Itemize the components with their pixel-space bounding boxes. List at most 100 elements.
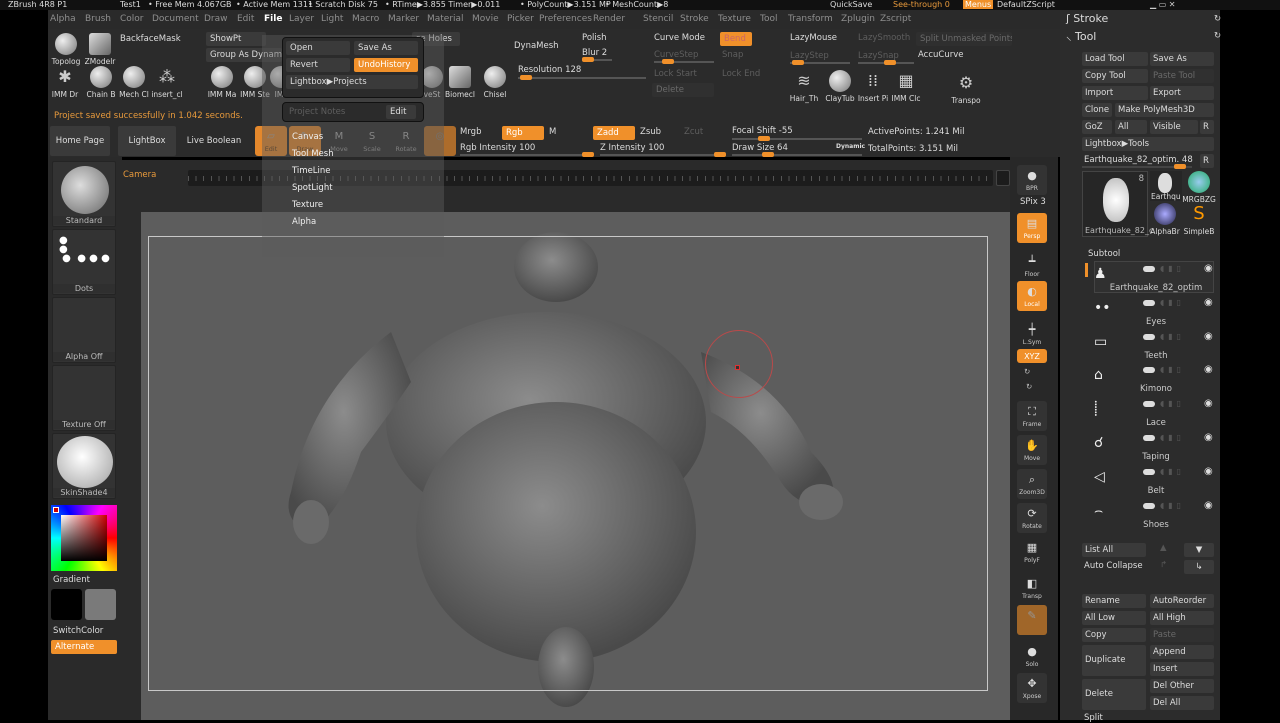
dynamic-toggle[interactable]: Dynamic (836, 143, 865, 150)
alphabrush-tool-icon[interactable]: AlphaBr (1148, 203, 1182, 236)
menu-transform[interactable]: Transform (788, 14, 833, 24)
subtool-poly-toggle[interactable] (1143, 401, 1155, 408)
draw-size-slider[interactable]: Draw Size 64 (732, 143, 788, 153)
menu-texture[interactable]: Texture (718, 14, 751, 24)
resolution-slider[interactable]: Resolution 128 (518, 65, 581, 75)
alpha-selector[interactable]: Alpha Off (52, 297, 116, 363)
split-section-title[interactable]: Split (1084, 713, 1103, 723)
quicksave-button[interactable]: QuickSave (830, 0, 872, 9)
transp-button[interactable]: ◧ Transp (1017, 573, 1047, 603)
clone-button[interactable]: Clone (1082, 103, 1112, 117)
lightbox-tools-button[interactable]: Lightbox▶Tools (1082, 137, 1214, 151)
zoom3d-button[interactable]: ⌕ Zoom3D (1017, 469, 1047, 499)
transpose-brush-icon[interactable]: ⚙ Transpo (946, 72, 986, 105)
mrgbzgrabber-tool-icon[interactable]: MRGBZG (1182, 171, 1216, 204)
subtool-poly-toggle[interactable] (1143, 435, 1155, 441)
main-color-swatch[interactable] (53, 507, 59, 513)
menu-color[interactable]: Color (120, 14, 144, 24)
submenu-canvas[interactable]: Canvas (292, 132, 323, 142)
default-zscript[interactable]: DefaultZScript (997, 0, 1055, 9)
redo-arrow-icon[interactable]: ↱ (1160, 560, 1167, 570)
subtool-options-icons[interactable]: ◖▮▯ (1160, 501, 1185, 510)
m-button[interactable]: M (549, 127, 556, 137)
subtool-item[interactable]: •• ◖▮▯ ◉ Eyes (1086, 297, 1216, 331)
subtool-item[interactable]: ☌ ◖▮▯ ◉ Taping (1086, 432, 1216, 466)
imm-dragon-brush-icon[interactable]: ✱ IMM Dr (48, 66, 82, 99)
delete-subtool-button[interactable]: Delete (1082, 679, 1146, 710)
zmodeler-brush-icon[interactable]: ZModelr (84, 33, 116, 66)
biomech-brush-icon[interactable]: Biomecl (443, 66, 477, 99)
home-page-button[interactable]: Home Page (50, 126, 110, 156)
tool-r-button[interactable]: R (1200, 154, 1214, 168)
menu-macro[interactable]: Macro (352, 14, 379, 24)
secondary-color[interactable] (85, 589, 116, 620)
project-notes-edit-button[interactable]: Edit (386, 105, 416, 119)
move-down-icon[interactable]: ▼ (1184, 543, 1214, 557)
color-picker[interactable] (51, 505, 117, 571)
lazystep-slider-track[interactable] (790, 60, 850, 65)
alternate-button[interactable]: Alternate (51, 640, 117, 654)
local-button[interactable]: ◐ Local (1017, 281, 1047, 311)
menu-layer[interactable]: Layer (289, 14, 314, 24)
insert-button[interactable]: Insert (1150, 662, 1214, 676)
menu-movie[interactable]: Movie (472, 14, 499, 24)
menu-render[interactable]: Render (593, 14, 625, 24)
submenu-texture[interactable]: Texture (292, 200, 323, 210)
polyframe-button[interactable]: ▦ PolyF (1017, 537, 1047, 567)
blur-slider-track[interactable] (582, 57, 612, 62)
insert-polymesh-brush-icon[interactable]: ⁞⁞ Insert Pi (855, 70, 891, 103)
tool-thumb-earthquake[interactable]: Earthqu (1150, 171, 1182, 201)
menu-preferences[interactable]: Preferences (539, 14, 592, 24)
persp-button[interactable]: ▤ Persp (1017, 213, 1047, 243)
curve-mode-button[interactable]: Curve Mode (654, 33, 705, 43)
del-other-button[interactable]: Del Other (1150, 679, 1214, 693)
menus-button[interactable]: Menus (963, 0, 994, 9)
insert-arrow-icon[interactable]: ↳ (1184, 560, 1214, 574)
see-through-slider[interactable]: See-through 0 (893, 0, 950, 9)
mech-brush-icon[interactable]: Mech Cl (117, 66, 151, 99)
goz-r-button[interactable]: R (1200, 120, 1214, 134)
stroke-reset-icon[interactable]: ↻ (1214, 14, 1221, 24)
xpose-button[interactable]: ✥ Xpose (1017, 673, 1047, 703)
submenu-timeline[interactable]: TimeLine (292, 166, 331, 176)
zsub-button[interactable]: Zsub (640, 127, 661, 137)
menu-material[interactable]: Material (427, 14, 464, 24)
menu-alpha[interactable]: Alpha (50, 14, 76, 24)
subtool-options-icons[interactable]: ◖▮▯ (1160, 264, 1185, 273)
goz-all-button[interactable]: All (1115, 120, 1147, 134)
load-tool-button[interactable]: Load Tool (1082, 52, 1148, 66)
delete-curve-button[interactable]: Delete (652, 83, 714, 97)
subtool-poly-toggle[interactable] (1143, 299, 1155, 306)
zadd-button[interactable]: Zadd (593, 126, 635, 140)
move-up-icon[interactable]: ▲ (1160, 543, 1167, 553)
tool-reset-icon[interactable]: ↻ (1214, 31, 1221, 41)
window-controls[interactable]: ▁ ▭ ✕ (1150, 0, 1176, 9)
revert-button[interactable]: Revert (286, 58, 350, 72)
append-button[interactable]: Append (1150, 645, 1214, 659)
lock-end-button[interactable]: Lock End (722, 69, 760, 79)
imm-clothing-brush-icon[interactable]: ▦ IMM Clc (888, 70, 924, 103)
subtool-section-title[interactable]: Subtool (1088, 249, 1120, 259)
autoreorder-button[interactable]: AutoReorder (1150, 594, 1214, 608)
xyz-button[interactable]: XYZ (1017, 349, 1047, 363)
bend-button[interactable]: Bend (720, 32, 752, 46)
eye-icon[interactable]: ◉ (1204, 364, 1213, 375)
make-polymesh3d-button[interactable]: Make PolyMesh3D (1115, 103, 1214, 117)
lightbox-projects-button[interactable]: Lightbox▶Projects (286, 75, 418, 89)
rgb-button[interactable]: Rgb (502, 126, 544, 140)
all-high-button[interactable]: All High (1150, 611, 1214, 625)
undo-history-button[interactable]: UndoHistory (354, 58, 418, 72)
simplebrush-tool-icon[interactable]: S SimpleB (1182, 203, 1216, 236)
rotate-y-icon[interactable]: ↻ (1024, 367, 1030, 376)
menu-picker[interactable]: Picker (507, 14, 534, 24)
lazysnap-slider-track[interactable] (858, 60, 914, 65)
subtool-item[interactable]: ⸽ ◖▮▯ ◉ Lace (1086, 398, 1216, 432)
resolution-slider-track[interactable] (518, 75, 646, 80)
focal-shift-slider[interactable]: Focal Shift -55 (732, 126, 793, 136)
subtool-item[interactable]: ⌢ ◖▮▯ ◉ Shoes (1086, 500, 1216, 534)
draw-size-track[interactable] (732, 152, 862, 157)
menu-zplugin[interactable]: Zplugin (841, 14, 875, 24)
menu-zscript[interactable]: Zscript (880, 14, 911, 24)
topology-brush-icon[interactable]: Topolog (50, 33, 82, 66)
tool-save-as-button[interactable]: Save As (1150, 52, 1214, 66)
